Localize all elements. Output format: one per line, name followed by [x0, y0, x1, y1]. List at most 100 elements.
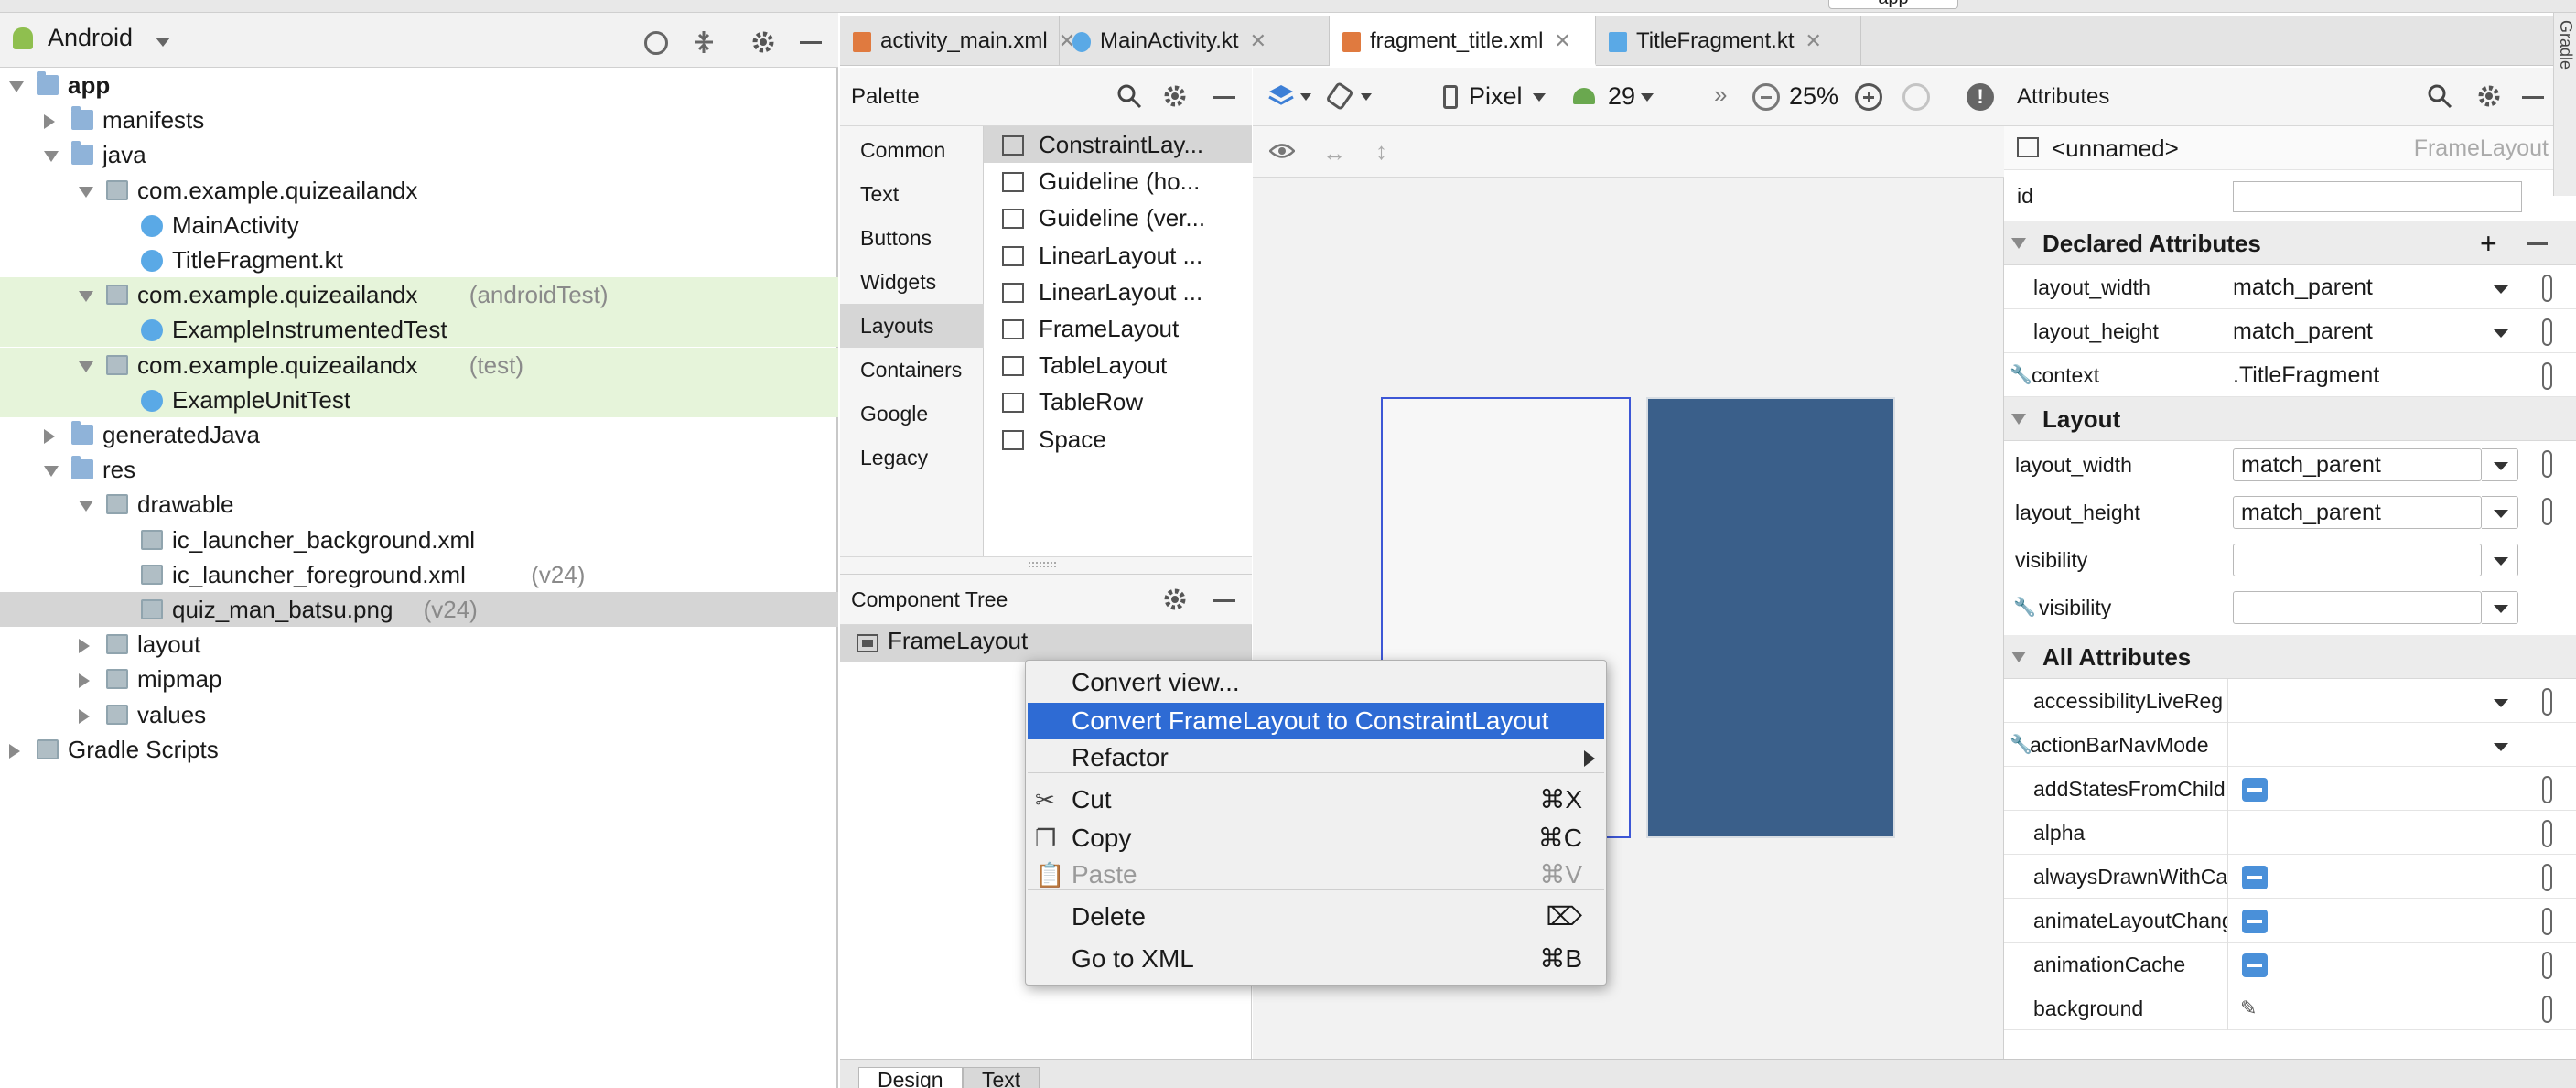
tree-item[interactable]: MainActivity	[0, 208, 838, 242]
run-config-selector[interactable]: app	[1828, 0, 1958, 9]
chevron-down-icon[interactable]	[2011, 652, 2026, 662]
chevron-down-icon[interactable]	[2482, 317, 2518, 350]
palette-category[interactable]: Legacy	[840, 436, 984, 479]
minimize-icon[interactable]	[2527, 242, 2548, 245]
attr-dropdown[interactable]	[2233, 544, 2482, 576]
tree-item[interactable]: drawable	[0, 487, 838, 522]
palette-item[interactable]: FrameLayout	[984, 310, 1252, 347]
attr-flag-icon[interactable]	[2542, 450, 2552, 478]
section-header[interactable]: All Attributes	[2004, 635, 2576, 679]
minimize-icon[interactable]	[1213, 96, 1235, 99]
device-selector[interactable]: Pixel	[1469, 82, 1523, 111]
chevron-down-icon[interactable]	[9, 81, 24, 92]
menu-item[interactable]: Go to XML ⌘B	[1028, 941, 1604, 977]
tree-item[interactable]: com.example.quizeailandx	[0, 173, 838, 208]
palette-item[interactable]: LinearLayout ...	[984, 274, 1252, 310]
chevron-right-icon[interactable]	[79, 639, 90, 654]
chevron-down-icon[interactable]	[2482, 544, 2518, 576]
palette-item[interactable]: TableLayout	[984, 347, 1252, 383]
tree-item[interactable]: quiz_man_batsu.png (v24)	[0, 592, 838, 627]
api-level-selector[interactable]: 29	[1608, 82, 1635, 111]
attr-flag-icon[interactable]	[2542, 498, 2552, 525]
chevron-down-icon[interactable]	[1300, 93, 1311, 101]
attr-value[interactable]: match_parent	[2233, 309, 2489, 353]
chevron-down-icon[interactable]	[1533, 93, 1546, 102]
gradle-side-tab[interactable]: Gradle	[2553, 13, 2576, 196]
tree-item[interactable]: com.example.quizeailandx (androidTest)	[0, 277, 838, 313]
attr-dropdown[interactable]	[2233, 591, 2482, 624]
overflow-chevron-icon[interactable]: »	[1714, 81, 1727, 109]
attr-value[interactable]: .TitleFragment	[2233, 353, 2489, 397]
palette-category[interactable]: Text	[840, 172, 984, 216]
attr-row[interactable]: addStatesFromChild	[2004, 767, 2576, 811]
chevron-right-icon[interactable]	[44, 429, 55, 444]
attr-row[interactable]: layout_width match_parent	[2004, 441, 2576, 489]
attr-row[interactable]: layout_width match_parent	[2004, 265, 2576, 309]
attr-row[interactable]: visibility	[2004, 536, 2576, 584]
attr-flag-icon[interactable]	[2542, 820, 2552, 847]
chevron-right-icon[interactable]	[9, 743, 20, 759]
add-icon[interactable]: +	[2480, 221, 2497, 265]
minimize-icon[interactable]	[800, 41, 822, 44]
palette-item[interactable]: LinearLayout ...	[984, 237, 1252, 274]
collapse-all-icon[interactable]	[692, 29, 716, 55]
tree-item[interactable]: ExampleInstrumentedTest	[0, 312, 838, 348]
section-header[interactable]: Declared Attributes +	[2004, 221, 2576, 265]
palette-item[interactable]: Guideline (ho...	[984, 163, 1252, 199]
attr-flag-icon[interactable]	[2542, 952, 2552, 979]
blueprint-surface[interactable]	[1646, 397, 1895, 838]
chevron-down-icon[interactable]	[2482, 686, 2518, 719]
minimize-icon[interactable]	[2522, 96, 2544, 99]
palette-category[interactable]: Containers	[840, 348, 984, 392]
section-header[interactable]: Layout	[2004, 397, 2576, 441]
menu-item[interactable]: ✂ Cut ⌘X	[1028, 781, 1604, 818]
attr-flag-icon[interactable]	[2542, 776, 2552, 803]
close-icon[interactable]: ✕	[1554, 29, 1570, 52]
attr-flag-icon[interactable]	[2542, 275, 2552, 302]
attr-row[interactable]: 🔧 context .TitleFragment	[2004, 353, 2576, 397]
chevron-right-icon[interactable]	[44, 114, 55, 130]
chevron-down-icon[interactable]	[156, 38, 170, 47]
attr-row[interactable]: 🔧 actionBarNavMode	[2004, 723, 2576, 767]
chevron-down-icon[interactable]	[2482, 448, 2518, 481]
tree-item[interactable]: TitleFragment.kt	[0, 242, 838, 277]
zoom-fit-icon[interactable]	[1902, 83, 1930, 111]
tree-item[interactable]: mipmap	[0, 662, 838, 696]
chevron-down-icon[interactable]	[79, 291, 93, 303]
false-flag-icon[interactable]	[2242, 866, 2268, 889]
attr-row[interactable]: accessibilityLiveReg	[2004, 679, 2576, 723]
tab-design[interactable]: Design	[858, 1067, 963, 1088]
false-flag-icon[interactable]	[2242, 953, 2268, 977]
attr-dropdown[interactable]: match_parent	[2233, 448, 2482, 481]
attr-row[interactable]: 🔧 visibility	[2004, 584, 2576, 631]
attr-row[interactable]: animateLayoutChang	[2004, 899, 2576, 943]
menu-item[interactable]: ❐ Copy ⌘C	[1028, 820, 1604, 856]
palette-category[interactable]: Buttons	[840, 216, 984, 260]
close-icon[interactable]: ✕	[1805, 29, 1822, 52]
attr-flag-icon[interactable]	[2542, 688, 2552, 716]
tree-item[interactable]: ic_launcher_background.xml	[0, 522, 838, 557]
menu-item[interactable]: Convert FrameLayout to ConstraintLayout	[1028, 703, 1604, 739]
tree-item[interactable]: app	[0, 68, 838, 102]
attr-flag-icon[interactable]	[2542, 908, 2552, 935]
horizontal-resize-icon[interactable]: ↔	[1322, 139, 1346, 167]
attr-row[interactable]: alwaysDrawnWithCa	[2004, 855, 2576, 899]
editor-tab[interactable]: MainActivity.kt ✕	[1060, 16, 1330, 66]
chevron-down-icon[interactable]	[79, 186, 93, 198]
eye-icon[interactable]	[1268, 143, 1296, 159]
warning-icon[interactable]: !	[1967, 83, 1994, 111]
chevron-down-icon[interactable]	[2482, 591, 2518, 624]
tree-item[interactable]: manifests	[0, 102, 838, 137]
menu-item[interactable]: Refactor	[1028, 739, 1604, 776]
tree-node-framelayout[interactable]: FrameLayout	[840, 625, 1251, 662]
chevron-down-icon[interactable]	[2011, 238, 2026, 249]
target-icon[interactable]	[644, 31, 668, 55]
editor-tab[interactable]: fragment_title.xml ✕	[1330, 16, 1596, 66]
id-input[interactable]	[2233, 181, 2522, 212]
tree-item[interactable]: ExampleUnitTest	[0, 382, 838, 417]
minimize-icon[interactable]	[1213, 599, 1235, 602]
chevron-down-icon[interactable]	[44, 466, 59, 478]
tree-item[interactable]: ic_launcher_foreground.xml (v24)	[0, 557, 838, 592]
palette-category[interactable]: Widgets	[840, 260, 984, 304]
tree-item[interactable]: values	[0, 697, 838, 732]
